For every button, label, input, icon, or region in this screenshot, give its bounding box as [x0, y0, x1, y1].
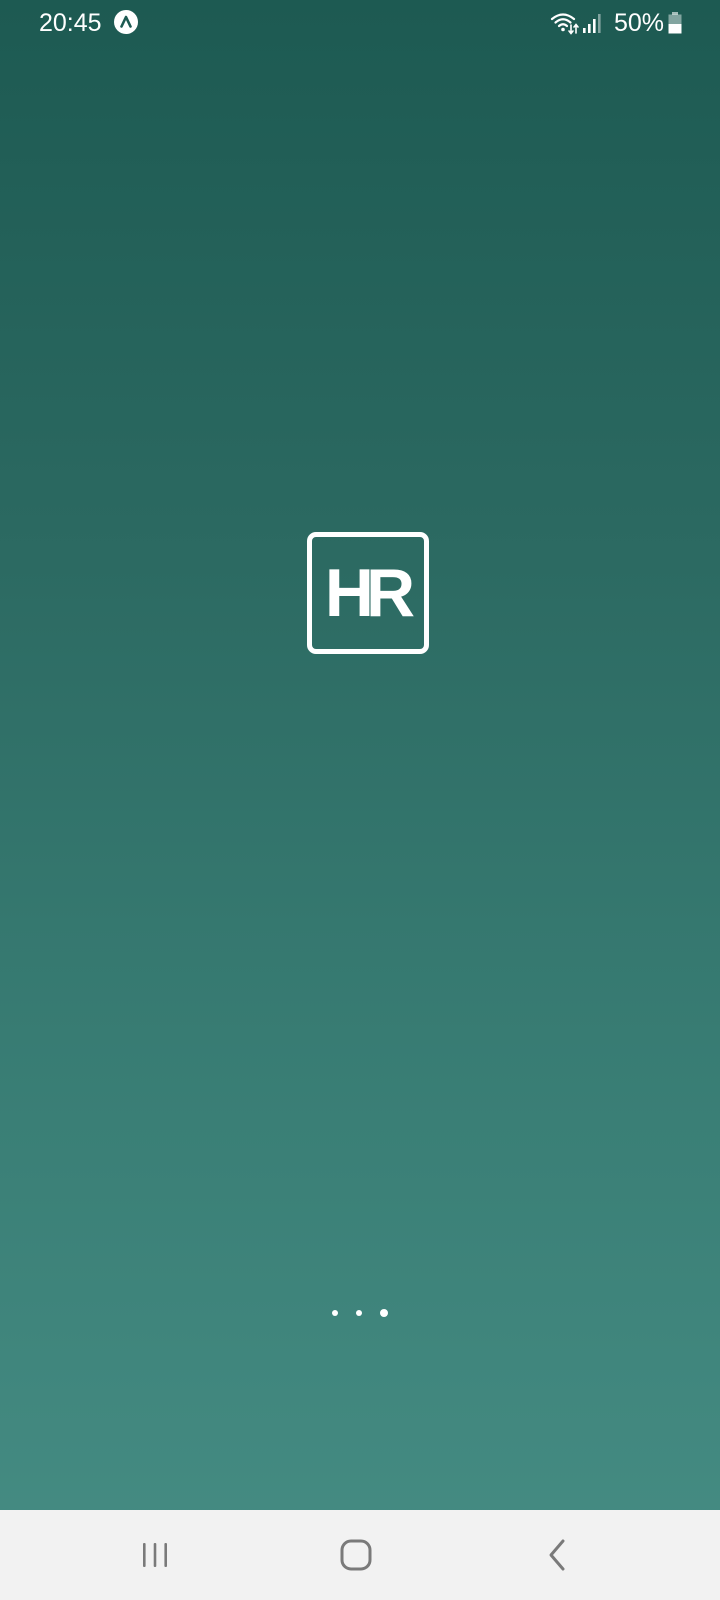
back-button[interactable]: [498, 1510, 618, 1600]
status-bar: 20:45 50%: [0, 0, 720, 46]
recents-button[interactable]: [95, 1510, 215, 1600]
status-time: 20:45: [39, 9, 102, 37]
splash-screen: 20:45 50% HR: [0, 0, 720, 1600]
cellular-signal-icon: [582, 14, 601, 33]
loading-indicator: [329, 1308, 393, 1318]
android-auto-icon: [114, 10, 138, 34]
home-button[interactable]: [296, 1510, 416, 1600]
logo-text: HR: [324, 555, 415, 631]
navigation-bar: [0, 1510, 720, 1600]
back-icon: [549, 1539, 565, 1571]
app-logo: HR: [307, 532, 429, 654]
battery-icon: [668, 12, 682, 34]
loading-dot: [380, 1309, 388, 1317]
battery-percent: 50%: [613, 9, 664, 37]
status-indicators: 50%: [550, 8, 682, 38]
home-icon: [340, 1539, 372, 1571]
loading-dot: [332, 1310, 338, 1316]
loading-dot: [356, 1310, 362, 1316]
wifi-icon: [550, 13, 579, 35]
recents-icon: [143, 1543, 167, 1567]
